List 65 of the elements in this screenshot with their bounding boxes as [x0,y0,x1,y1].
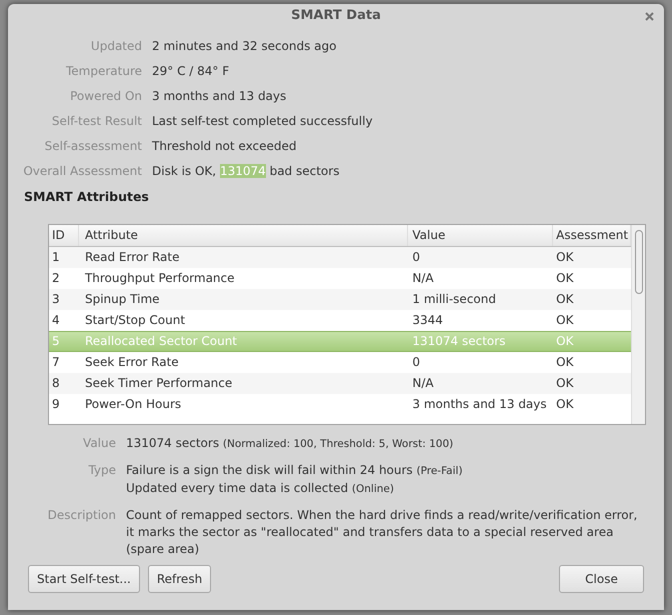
dialog-button[interactable]: Start Self-test... [28,565,140,593]
table-cell-text: OK [555,312,574,330]
column-header[interactable]: Value [408,224,554,246]
table-cell-text: Power-On Hours [84,396,182,414]
table-cell-text: 0 [411,249,422,266]
table-cell-text: 3 [51,291,61,308]
field-label: Overall Assessment [22,163,142,180]
table-cell-text: 5 [51,333,61,350]
dialog-button[interactable]: Refresh [148,565,212,593]
close-icon[interactable] [645,12,654,21]
field-value: 29° C / 84° F [152,63,230,80]
scrollbar[interactable] [631,224,645,424]
scrollbar-thumb[interactable] [635,230,643,294]
column-header[interactable]: Attribute [78,224,408,246]
attribute-row[interactable]: 3 Spinup Time 1 milli-second OK [49,288,631,310]
table-cell-text: 4 [51,312,61,330]
field-value: 2 minutes and 32 seconds ago [152,38,338,55]
field-value: Threshold not exceeded [152,138,298,155]
table-cell-text: N/A [411,270,435,288]
field-value: Last self-test completed successfully [152,113,374,130]
table-cell-text: OK [555,291,574,308]
table-cell-text: OK [555,354,574,372]
table-cell-text: 8 [51,375,61,392]
field-label: Updated [90,38,142,55]
detail-label: Type [87,462,116,479]
window-title: SMART Data [291,7,381,26]
field-label: Powered On [69,88,142,105]
table-cell-text: Start/Stop Count [84,312,186,330]
field-label: Self-assessment [44,138,142,155]
table-cell-text: OK [555,249,574,266]
table-cell-text: OK [555,270,574,288]
field-label: Self-test Result [50,113,142,130]
table-cell-text: N/A [411,375,435,392]
table-cell-text: Seek Error Rate [84,354,180,372]
table-cell-text: 0 [411,354,422,372]
field-value: 3 months and 13 days [152,88,288,105]
detail-value: Failure is a sign the disk will fail within 24 hours (Pre-Fail) [126,462,464,479]
table-cell-text: 3344 [411,312,444,330]
attribute-row[interactable]: 1 Read Error Rate 0 OK [49,246,631,268]
detail-label: Description [46,506,116,524]
detail-value: Count of remapped sectors. When the hard drive finds a read/write/verification error, it marks the sector as "reallocated" and transfers data to a special reserved area (spare area) [126,506,638,558]
table-cell-text: 131074 sectors [411,333,506,350]
table-cell-text: OK [555,396,574,414]
table-cell-text: 3 months and 13 days [411,396,548,414]
section-title: SMART Attributes [23,188,150,206]
table-cell-text: OK [555,333,574,350]
table-cell-text: 9 [51,396,61,414]
table-cell-text: Spinup Time [84,291,161,308]
table-cell-text: 7 [51,354,61,372]
table-cell-text: 1 milli-second [411,291,497,308]
attribute-row[interactable]: 8 Seek Timer Performance N/A OK [49,372,631,394]
column-header[interactable]: ID [49,224,79,246]
detail-label: Value [82,434,116,452]
table-cell-text: Throughput Performance [84,270,236,288]
close-button[interactable]: Close [559,565,644,593]
field-label: Temperature [64,63,142,80]
field-value: Disk is OK, 131074 bad sectors [152,163,340,180]
table-cell-text: Read Error Rate [84,249,180,266]
table-cell-text: Reallocated Sector Count [84,333,238,350]
table-cell-text: 1 [51,249,61,266]
detail-value: Updated every time data is collected (Online) [126,480,395,497]
table-cell-text: 2 [51,270,61,288]
detail-value: 131074 sectors (Normalized: 100, Threshold: 5, Worst: 100) [126,434,454,452]
table-cell-text: Seek Timer Performance [84,375,234,392]
table-cell-text: OK [555,375,574,392]
